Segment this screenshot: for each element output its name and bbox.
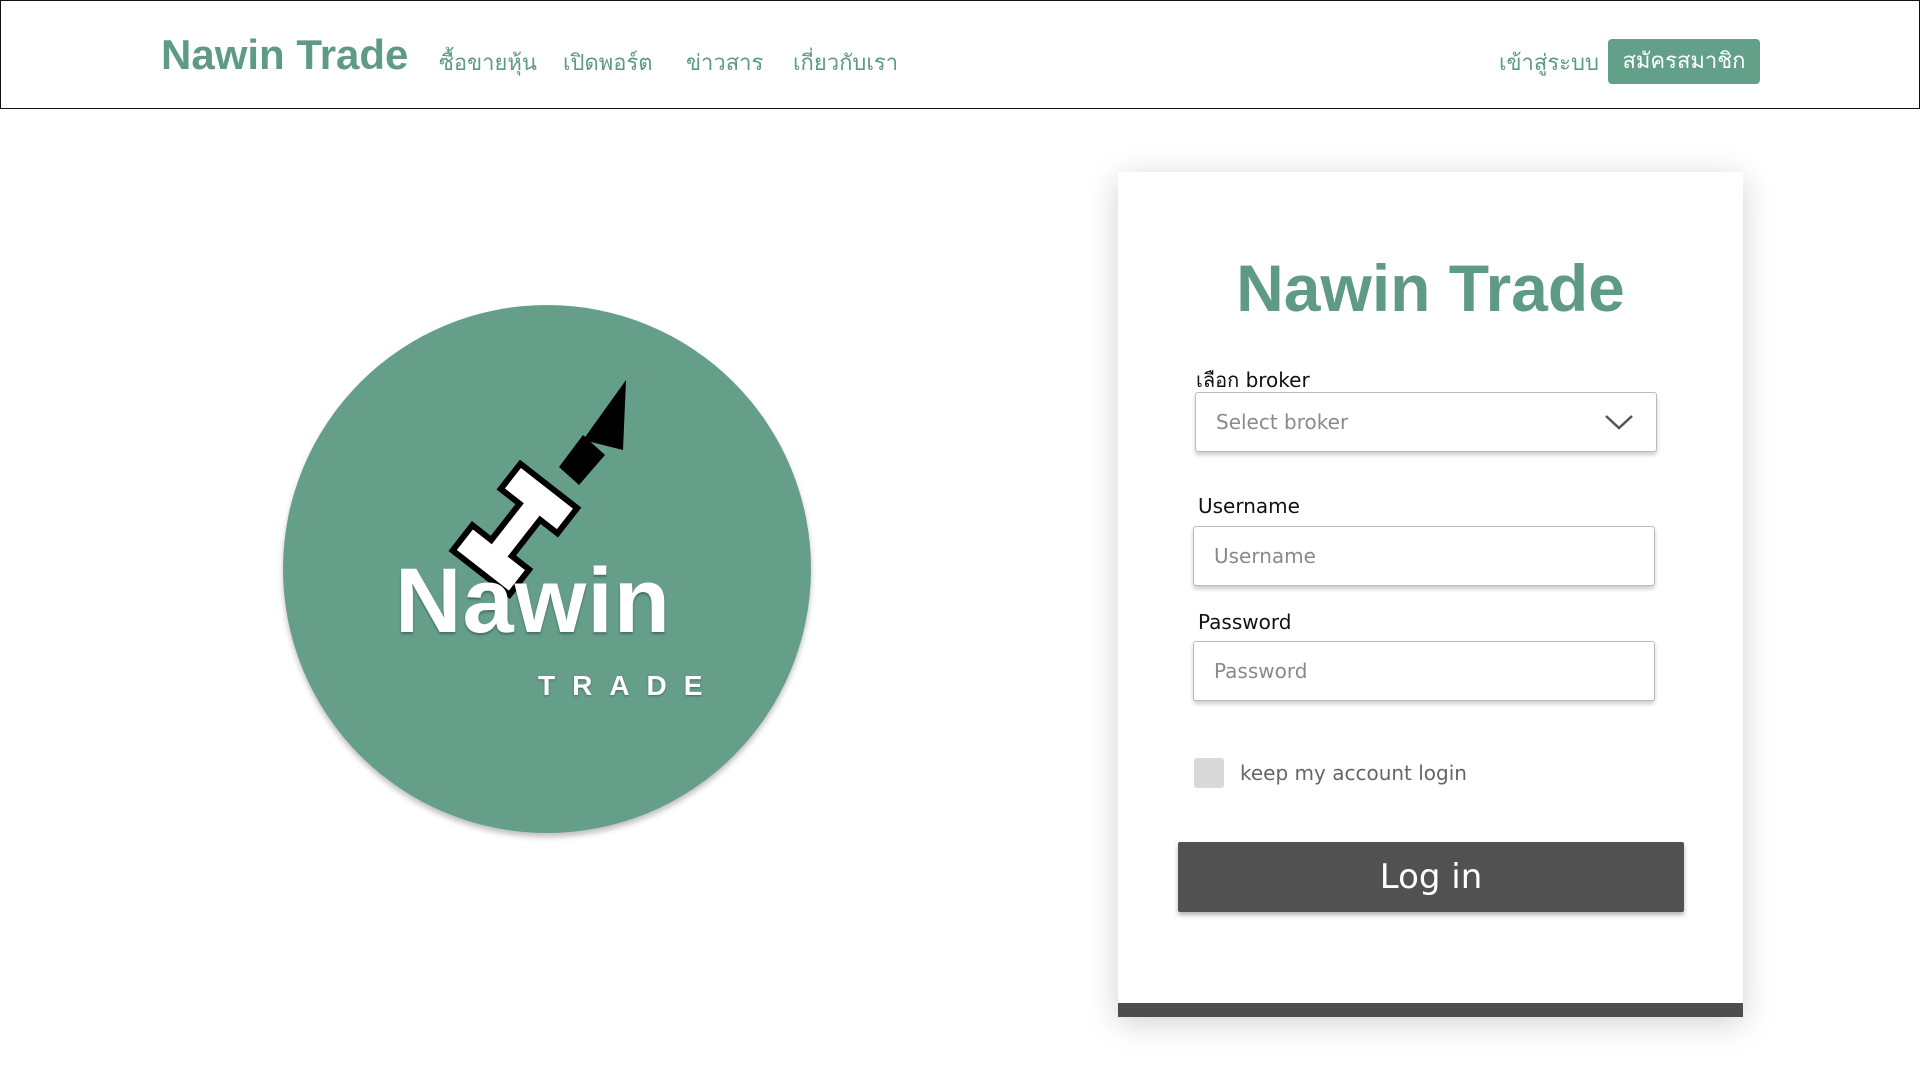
keep-login-label[interactable]: keep my account login	[1240, 761, 1467, 785]
logo-wordmark: Nawin	[395, 550, 671, 652]
nawin-trade-logo: Nawin TRADE	[283, 305, 811, 833]
chevron-down-icon	[1605, 415, 1633, 430]
card-bottom-bar	[1118, 1003, 1743, 1017]
logo-subtitle: TRADE	[538, 670, 720, 701]
username-label: Username	[1198, 494, 1300, 518]
broker-select-placeholder: Select broker	[1216, 410, 1349, 434]
nav-link-open-portfolio[interactable]: เปิดพอร์ต	[563, 45, 653, 80]
brand-logo-text[interactable]: Nawin Trade	[161, 31, 408, 79]
signup-button[interactable]: สมัครสมาชิก	[1608, 39, 1760, 84]
password-label: Password	[1198, 610, 1292, 634]
login-button[interactable]: Log in	[1178, 842, 1684, 912]
broker-select[interactable]: Select broker	[1195, 392, 1657, 452]
nav-link-news[interactable]: ข่าวสาร	[686, 45, 763, 80]
nav-link-trade-stocks[interactable]: ซื้อขายหุ้น	[439, 45, 537, 80]
nav-login-link[interactable]: เข้าสู่ระบบ	[1499, 45, 1599, 80]
username-input[interactable]	[1193, 526, 1655, 586]
login-title: Nawin Trade	[1236, 251, 1625, 325]
login-card: Nawin Trade เลือก broker Select broker U…	[1118, 172, 1743, 1017]
top-navbar: Nawin Trade ซื้อขายหุ้น เปิดพอร์ต ข่าวสา…	[0, 0, 1920, 109]
keep-login-checkbox[interactable]	[1194, 758, 1224, 788]
password-input[interactable]	[1193, 641, 1655, 701]
nav-link-about-us[interactable]: เกี่ยวกับเรา	[793, 45, 898, 80]
